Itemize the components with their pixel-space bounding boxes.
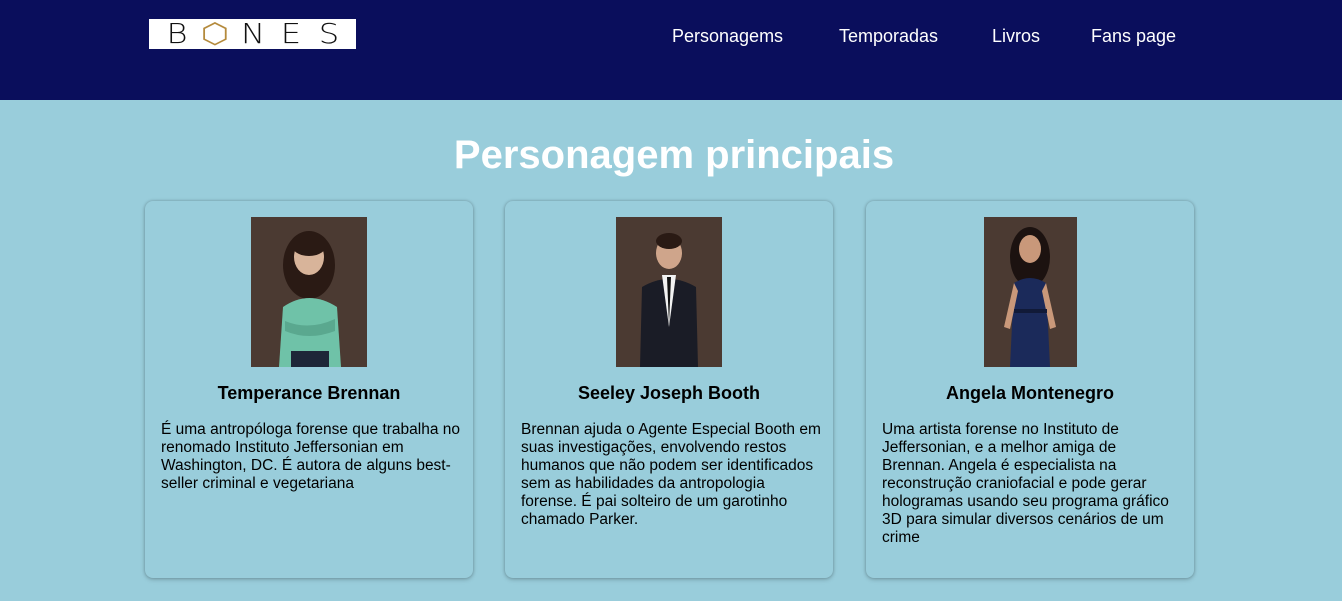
character-description: É uma antropóloga forense que trabalha n… <box>161 421 461 492</box>
nav-link-personagems[interactable]: Personagems <box>672 24 783 48</box>
portrait-image <box>616 217 722 367</box>
character-card-booth: Seeley Joseph Booth Brennan ajuda o Agen… <box>505 201 833 578</box>
bones-logo[interactable]: B ⬡ N E S <box>149 19 356 49</box>
nav-link-temporadas[interactable]: Temporadas <box>839 24 938 48</box>
character-name: Angela Montenegro <box>945 383 1114 403</box>
logo-letter: N <box>240 17 265 50</box>
character-description: Uma artista forense no Instituto de Jeff… <box>882 421 1169 546</box>
portrait-image <box>984 217 1077 367</box>
nav-link-fans-page[interactable]: Fans page <box>1091 24 1176 48</box>
logo-letter: S <box>318 17 339 50</box>
character-description: Brennan ajuda o Agente Especial Booth em… <box>521 421 821 528</box>
character-photo <box>616 217 722 367</box>
page-title: Personagem principais <box>453 133 895 177</box>
logo-hexagon-icon: ⬡ <box>200 17 229 50</box>
character-name: Temperance Brennan <box>217 383 401 403</box>
character-name: Seeley Joseph Booth <box>577 383 761 403</box>
character-photo <box>251 217 367 367</box>
logo-letter: E <box>280 17 301 50</box>
character-photo <box>984 217 1077 367</box>
character-card-angela: Angela Montenegro Uma artista forense no… <box>866 201 1194 578</box>
character-card-brennan: Temperance Brennan É uma antropóloga for… <box>145 201 473 578</box>
logo-letter: B <box>165 17 188 50</box>
top-navbar: B ⬡ N E S Personagems Temporadas Livros … <box>0 0 1342 100</box>
portrait-image <box>251 217 367 367</box>
nav-link-livros[interactable]: Livros <box>992 24 1040 48</box>
